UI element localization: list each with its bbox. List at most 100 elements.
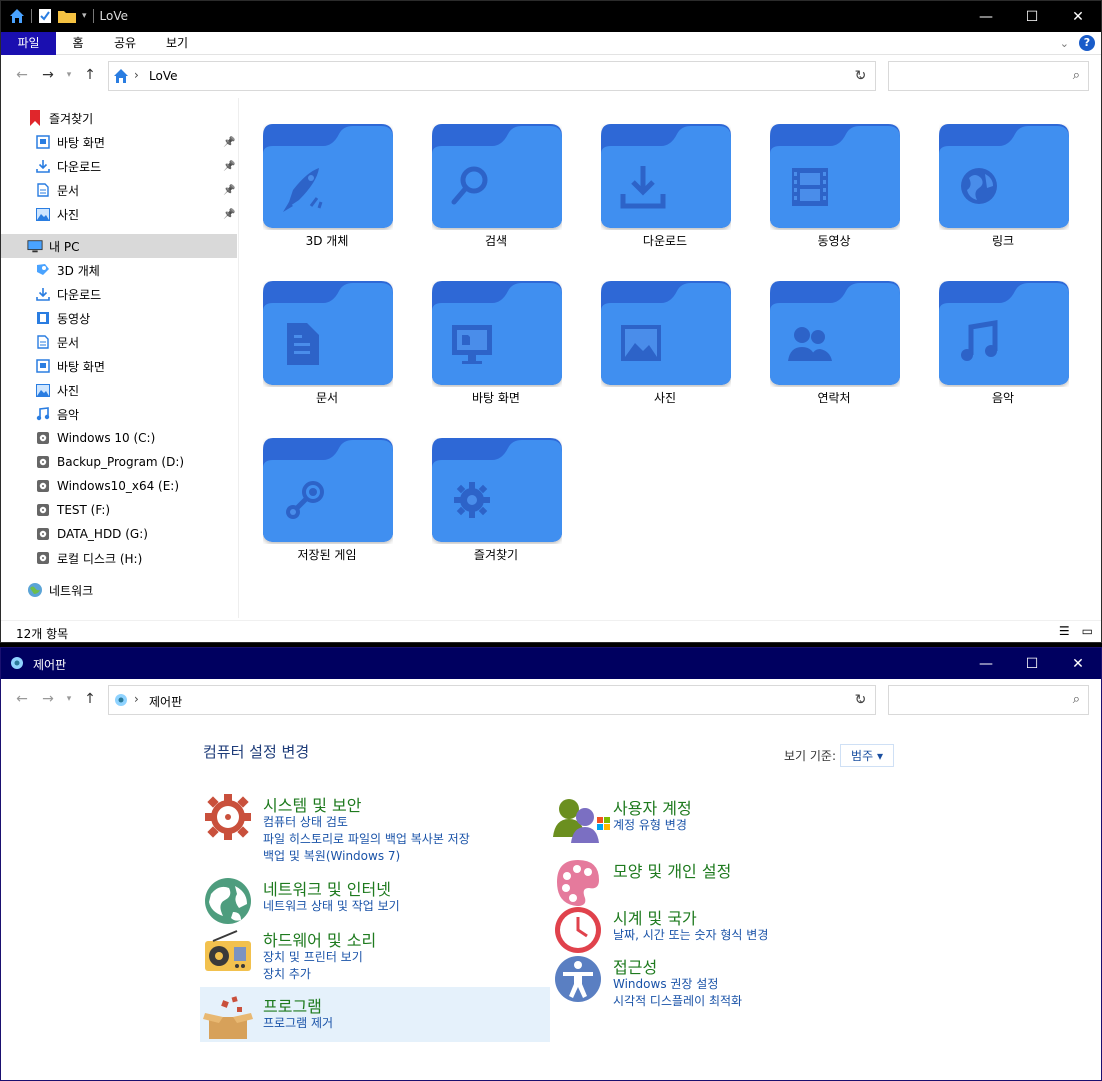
forward-arrow-icon[interactable]: →	[39, 691, 57, 707]
address-bar[interactable]: › 제어판 ⌄	[108, 685, 876, 715]
folder-item[interactable]: 연락처	[749, 255, 919, 405]
gear-shield-icon[interactable]	[203, 792, 253, 845]
users-icon[interactable]	[553, 795, 603, 848]
refresh-button[interactable]: ↻	[846, 61, 876, 91]
breadcrumb[interactable]: 제어판	[149, 693, 182, 710]
new-folder-icon[interactable]	[58, 9, 76, 23]
maximize-button[interactable]: ☐	[1009, 648, 1055, 679]
home-icon	[114, 69, 128, 83]
up-arrow-icon[interactable]: ↑	[81, 691, 99, 707]
view-by-dropdown[interactable]: 범주 ▾	[840, 744, 894, 767]
folder-item[interactable]: 다운로드	[580, 98, 750, 248]
pin-icon[interactable]: 📌	[223, 137, 235, 148]
folder-item[interactable]: 음악	[918, 255, 1088, 405]
folder-label: 검색	[484, 234, 508, 248]
sidebar-item[interactable]: 음악	[1, 402, 237, 426]
folder-image-icon	[601, 281, 731, 390]
large-icons-view-icon[interactable]: ▭	[1082, 624, 1093, 638]
folder-item[interactable]: 바탕 화면	[411, 255, 581, 405]
expand-ribbon-icon[interactable]: ⌄	[1060, 37, 1069, 50]
details-view-icon[interactable]: ☰	[1059, 624, 1070, 638]
category-link[interactable]: 파일 히스토리로 파일의 백업 복사본 저장	[263, 830, 470, 847]
category-link[interactable]: 날짜, 시간 또는 숫자 형식 변경	[613, 926, 768, 943]
pin-icon[interactable]: 📌	[223, 185, 235, 196]
sidebar-item[interactable]: Windows 10 (C:)	[1, 426, 237, 450]
sidebar-item[interactable]: 3D 개체	[1, 258, 237, 282]
folder-item[interactable]: 링크	[918, 98, 1088, 248]
radio-icon[interactable]	[203, 927, 253, 980]
sidebar-item[interactable]: 네트워크	[1, 578, 237, 602]
sidebar-item[interactable]: 다운로드	[1, 282, 237, 306]
help-icon[interactable]: ?	[1079, 35, 1095, 51]
clock-icon[interactable]	[553, 905, 603, 958]
sidebar-item[interactable]: DATA_HDD (G:)	[1, 522, 237, 546]
sidebar-item[interactable]: 사진	[1, 378, 237, 402]
sidebar-item[interactable]: 바탕 화면	[1, 354, 237, 378]
sidebar-item[interactable]: 바탕 화면 📌	[1, 130, 237, 154]
pin-icon[interactable]: 📌	[223, 161, 235, 172]
sidebar-item[interactable]: TEST (F:)	[1, 498, 237, 522]
picture-icon	[35, 206, 51, 222]
category-link[interactable]: 프로그램 제거	[263, 1014, 333, 1031]
up-arrow-icon[interactable]: ↑	[81, 67, 99, 83]
close-button[interactable]: ✕	[1055, 648, 1101, 679]
tab-file[interactable]: 파일	[1, 32, 56, 55]
folder-item[interactable]: 3D 개체	[242, 98, 412, 248]
category-link[interactable]: 백업 및 복원(Windows 7)	[263, 847, 400, 864]
category-link[interactable]: 컴퓨터 상태 검토	[263, 813, 348, 830]
category-link[interactable]: 장치 추가	[263, 965, 311, 982]
sidebar-item[interactable]: 내 PC	[1, 234, 237, 258]
sidebar-item[interactable]: 다운로드 📌	[1, 154, 237, 178]
tab-share[interactable]: 공유	[104, 32, 146, 55]
recent-locations-icon[interactable]: ▾	[65, 70, 73, 80]
sidebar-item[interactable]: 동영상	[1, 306, 237, 330]
sidebar-item[interactable]: 로컬 디스크 (H:)	[1, 546, 237, 570]
toolbar-separator	[92, 9, 94, 23]
maximize-button[interactable]: ☐	[1009, 1, 1055, 32]
sidebar-item[interactable]: Windows10_x64 (E:)	[1, 474, 237, 498]
folder-item[interactable]: 즐겨찾기	[411, 412, 581, 562]
category-link[interactable]: 계정 유형 변경	[597, 816, 687, 833]
folder-item[interactable]: 검색	[411, 98, 581, 248]
box-icon[interactable]	[203, 993, 253, 1046]
sidebar-item[interactable]: 사진 📌	[1, 202, 237, 226]
palette-icon[interactable]	[553, 858, 603, 911]
tab-view[interactable]: 보기	[156, 32, 198, 55]
search-input[interactable]: ⌕	[888, 61, 1089, 91]
picture-icon	[35, 382, 51, 398]
category-title[interactable]: 모양 및 개인 설정	[613, 858, 731, 882]
search-icon: ⌕	[1072, 692, 1080, 707]
address-bar[interactable]: › LoVe ⌄	[108, 61, 876, 91]
sidebar-item[interactable]: 문서 📌	[1, 178, 237, 202]
sidebar-item[interactable]: Backup_Program (D:)	[1, 450, 237, 474]
category-link[interactable]: 네트워크 상태 및 작업 보기	[263, 897, 400, 914]
category-link[interactable]: Windows 권장 설정	[613, 975, 718, 992]
minimize-button[interactable]: —	[963, 1, 1009, 32]
folder-item[interactable]: 동영상	[749, 98, 919, 248]
home-icon[interactable]	[9, 8, 25, 24]
close-button[interactable]: ✕	[1055, 1, 1101, 32]
refresh-button[interactable]: ↻	[846, 685, 876, 715]
sidebar-item[interactable]: 즐겨찾기	[1, 106, 237, 130]
breadcrumb[interactable]: LoVe	[149, 69, 177, 83]
control-panel-icon	[11, 657, 23, 669]
folder-item[interactable]: 저장된 게임	[242, 412, 412, 562]
forward-arrow-icon[interactable]: →	[39, 67, 57, 83]
category-link[interactable]: 장치 및 프린터 보기	[263, 948, 363, 965]
sidebar-item[interactable]: 문서	[1, 330, 237, 354]
search-input[interactable]: ⌕	[888, 685, 1089, 715]
back-arrow-icon[interactable]: ←	[13, 691, 31, 707]
category-link[interactable]: 시각적 디스플레이 최적화	[613, 992, 742, 1009]
pin-icon[interactable]: 📌	[223, 209, 235, 220]
accessibility-icon[interactable]	[553, 954, 603, 1007]
chevron-down-icon[interactable]: ▾	[82, 11, 87, 21]
globe-icon[interactable]	[203, 876, 253, 929]
tab-home[interactable]: 홈	[59, 32, 97, 55]
folder-item[interactable]: 사진	[580, 255, 750, 405]
folder-item[interactable]: 문서	[242, 255, 412, 405]
ribbon-tabs: 파일 홈 공유 보기 ⌄ ?	[1, 32, 1101, 55]
properties-icon[interactable]	[38, 8, 52, 24]
minimize-button[interactable]: —	[963, 648, 1009, 679]
back-arrow-icon[interactable]: ←	[13, 67, 31, 83]
recent-locations-icon[interactable]: ▾	[65, 694, 73, 704]
